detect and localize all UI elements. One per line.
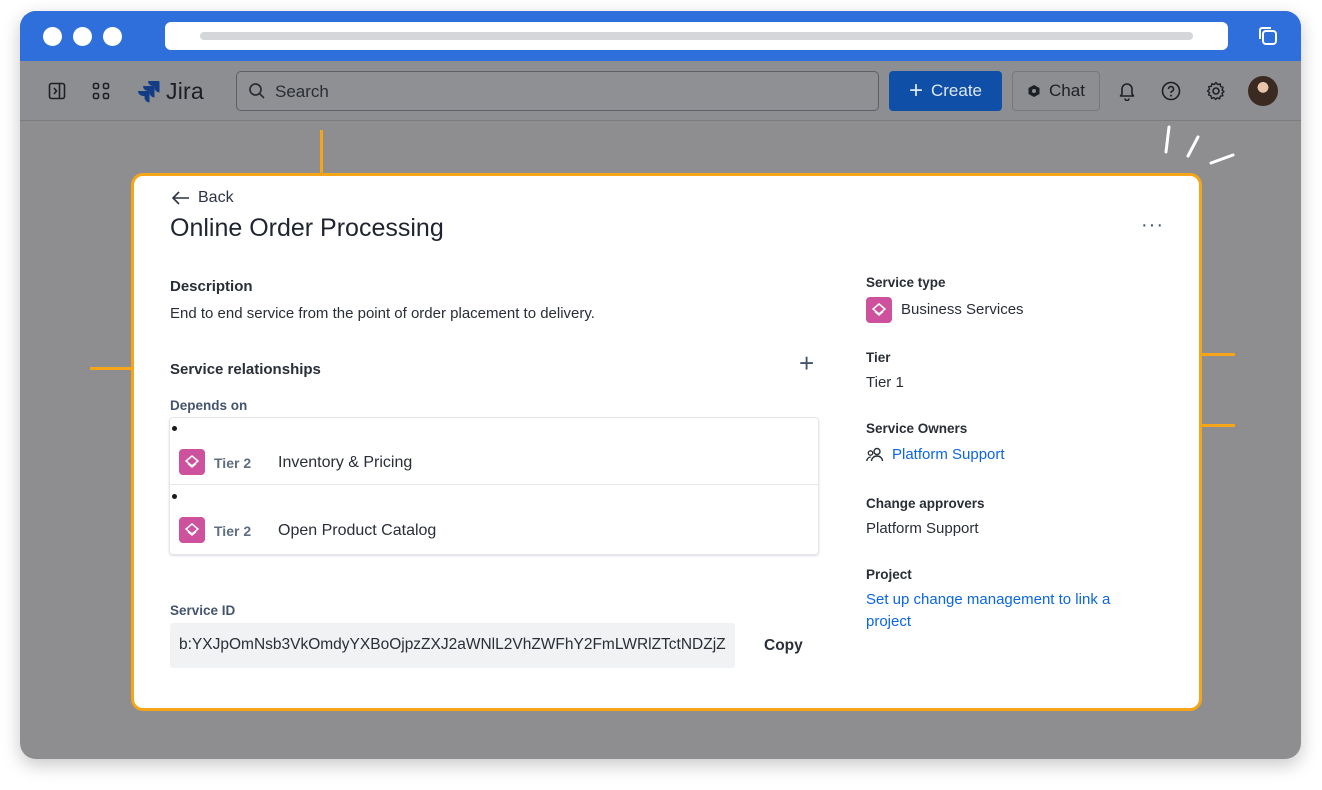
bullet [172, 494, 177, 499]
jira-logo-icon [138, 81, 160, 103]
address-bar[interactable] [165, 22, 1228, 50]
window-minimize-button[interactable] [73, 27, 92, 46]
project-link-line2[interactable]: project [866, 613, 911, 630]
service-icon [179, 449, 205, 475]
owner-link[interactable]: Platform Support [866, 446, 1005, 463]
people-icon [866, 447, 884, 461]
page-title: Online Order Processing [170, 214, 444, 242]
service-details-card: Back Online Order Processing ··· Descrip… [131, 173, 1202, 711]
approver-value: Platform Support [866, 520, 979, 537]
plus-icon: + [908, 77, 923, 104]
sidebar-toggle-icon[interactable] [45, 79, 69, 103]
back-link[interactable]: Back [172, 189, 234, 207]
create-button[interactable]: + Create [889, 71, 1002, 111]
tier-value: Tier 1 [866, 374, 904, 391]
relationships-heading: Service relationships [170, 361, 321, 378]
dependency-tier: Tier 2 [214, 455, 252, 471]
dependency-name: Open Product Catalog [278, 522, 437, 539]
service-type-value: Business Services [901, 301, 1024, 318]
dependency-list: Tier 2 Inventory & Pricing Tier 2 Open P… [169, 417, 819, 555]
list-item[interactable]: Tier 2 Inventory & Pricing [170, 418, 818, 485]
search-icon [249, 83, 265, 99]
avatar[interactable] [1248, 76, 1278, 106]
jira-navbar: Jira Search + Create Chat [20, 61, 1301, 121]
browser-chrome [20, 11, 1301, 61]
bell-icon[interactable] [1115, 79, 1139, 103]
service-type-label: Service type [866, 275, 946, 290]
project-label: Project [866, 567, 912, 582]
tier-label: Tier [866, 350, 891, 365]
description-text: End to end service from the point of ord… [170, 305, 595, 322]
gear-icon[interactable] [1204, 79, 1228, 103]
dependency-name: Inventory & Pricing [278, 454, 413, 471]
window-close-button[interactable] [43, 27, 62, 46]
search-placeholder: Search [275, 82, 329, 101]
bullet [172, 426, 177, 431]
owner-name[interactable]: Platform Support [892, 446, 1005, 463]
create-label: Create [930, 81, 983, 100]
service-id-field[interactable]: b:YXJpOmNsb3VkOmdyYXBoOjpzZXJ2aWNlL2VhZW… [170, 623, 735, 668]
owners-label: Service Owners [866, 421, 968, 436]
chat-button[interactable]: Chat [1012, 71, 1100, 111]
approvers-label: Change approvers [866, 496, 985, 511]
dependency-tier: Tier 2 [214, 523, 252, 539]
service-id-value: b:YXJpOmNsb3VkOmdyYXBoOjpzZXJ2aWNlL2VhZW… [179, 636, 726, 653]
tab-overview-icon[interactable] [1257, 25, 1279, 47]
window-maximize-button[interactable] [103, 27, 122, 46]
more-icon[interactable]: ··· [1141, 214, 1164, 237]
copy-button[interactable]: Copy [764, 637, 803, 655]
search-input[interactable]: Search [236, 71, 879, 111]
service-icon [179, 517, 205, 543]
sparkle-decoration [1163, 124, 1239, 179]
list-item[interactable]: Tier 2 Open Product Catalog [170, 486, 818, 553]
help-icon[interactable] [1159, 79, 1183, 103]
add-relationship-button[interactable]: + [799, 350, 814, 376]
app-name: Jira [166, 77, 204, 104]
back-arrow-icon [172, 191, 189, 205]
app-switcher-icon[interactable] [89, 79, 113, 103]
chat-icon [1028, 85, 1040, 97]
back-label: Back [198, 189, 234, 206]
chat-label: Chat [1049, 81, 1085, 100]
description-heading: Description [170, 278, 253, 295]
jira-logo[interactable]: Jira [136, 77, 204, 105]
service-id-label: Service ID [170, 603, 236, 618]
depends-on-label: Depends on [170, 398, 248, 413]
project-link-line1[interactable]: Set up change management to link a [866, 591, 1110, 608]
service-icon [866, 297, 892, 323]
